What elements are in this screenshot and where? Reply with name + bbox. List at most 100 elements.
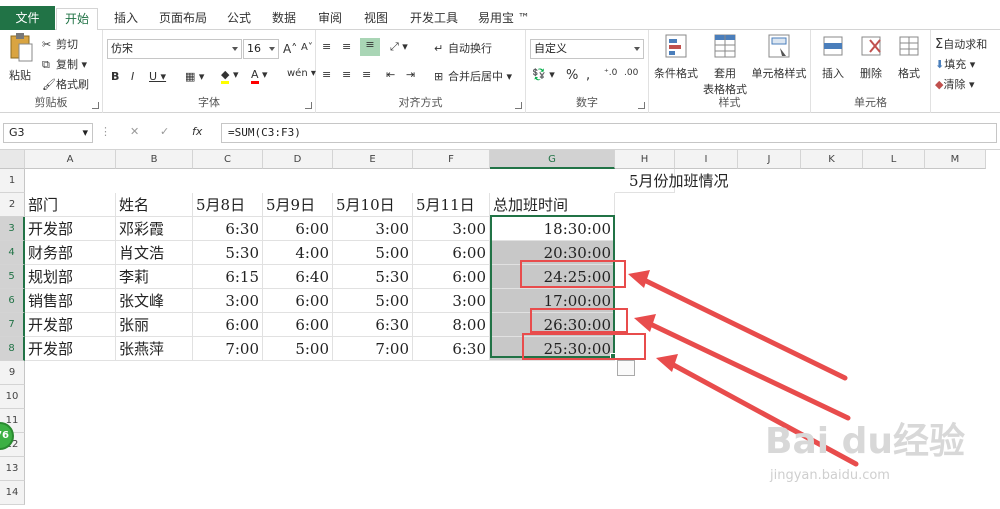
text-cell[interactable]: 销售部	[25, 289, 116, 313]
time-cell[interactable]: 6:00	[263, 289, 333, 313]
tab-yiyongbao[interactable]: 易用宝 ™	[476, 8, 532, 30]
format-cells-button[interactable]: 格式	[891, 32, 927, 81]
row-header-9[interactable]: 9	[0, 361, 25, 385]
time-cell[interactable]: 5:30	[193, 241, 263, 265]
time-cell[interactable]: 6:00	[413, 265, 490, 289]
font-launcher-icon[interactable]	[305, 102, 312, 109]
accounting-format-icon[interactable]: 💱 ▾	[532, 68, 555, 81]
column-header-F[interactable]: F	[413, 150, 490, 169]
header-cell[interactable]: 5月8日	[193, 193, 263, 217]
header-cell[interactable]: 5月9日	[263, 193, 333, 217]
grow-font-icon[interactable]: A˄	[283, 42, 297, 56]
text-cell[interactable]: 邓彩霞	[116, 217, 193, 241]
fill-handle[interactable]	[610, 353, 616, 359]
row-header-14[interactable]: 14	[0, 481, 25, 505]
conditional-format-button[interactable]: 条件格式	[651, 32, 701, 81]
number-format-select[interactable]: 自定义	[530, 39, 644, 59]
column-header-M[interactable]: M	[925, 150, 986, 169]
underline-icon[interactable]: U ▾	[149, 70, 166, 83]
cancel-icon[interactable]: ✕	[130, 125, 139, 138]
autosum-button[interactable]: Σ自动求和	[935, 36, 987, 52]
cell-styles-button[interactable]: 单元格样式	[749, 32, 809, 81]
worksheet-grid[interactable]: ABCDEFGHIJKLM 1 2 3 4 5 6 7 8 9 10 11 12 13 14 5月份加班情…	[0, 150, 1000, 509]
clipboard-launcher-icon[interactable]	[92, 102, 99, 109]
fill-color-icon[interactable]: ◆ ▾	[221, 68, 239, 84]
row-header-7[interactable]: 7	[0, 313, 25, 337]
phonetic-icon[interactable]: wén ▾	[287, 68, 316, 79]
time-cell[interactable]: 4:00	[263, 241, 333, 265]
column-header-C[interactable]: C	[193, 150, 263, 169]
align-right-icon[interactable]: ≡	[362, 68, 371, 81]
paste-options-icon[interactable]	[617, 360, 635, 376]
total-cell[interactable]: 20:30:00	[490, 241, 615, 265]
comma-style-icon[interactable]: ,	[586, 68, 590, 83]
column-header-D[interactable]: D	[263, 150, 333, 169]
text-cell[interactable]: 开发部	[25, 217, 116, 241]
shrink-font-icon[interactable]: A˅	[301, 42, 313, 53]
column-header-L[interactable]: L	[863, 150, 925, 169]
row-header-13[interactable]: 13	[0, 457, 25, 481]
time-cell[interactable]: 6:00	[263, 313, 333, 337]
cut-button[interactable]: ✂ 剪切	[42, 36, 78, 52]
header-cell[interactable]: 5月11日	[413, 193, 490, 217]
time-cell[interactable]: 6:40	[263, 265, 333, 289]
time-cell[interactable]: 6:30	[333, 313, 413, 337]
insert-cells-button[interactable]: 插入	[815, 32, 851, 81]
paste-button[interactable]: 粘贴	[4, 32, 36, 83]
formula-input[interactable]: =SUM(C3:F3)	[221, 123, 997, 143]
header-cell[interactable]: 部门	[25, 193, 116, 217]
tab-view[interactable]: 视图	[362, 8, 390, 30]
time-cell[interactable]: 5:00	[333, 289, 413, 313]
border-icon[interactable]: ▦ ▾	[185, 70, 204, 83]
total-cell[interactable]: 25:30:00	[490, 337, 615, 361]
column-header-A[interactable]: A	[25, 150, 116, 169]
column-header-I[interactable]: I	[675, 150, 738, 169]
tab-data[interactable]: 数据	[270, 8, 298, 30]
tab-developer[interactable]: 开发工具	[408, 8, 460, 30]
increase-decimal-icon[interactable]: ⁺.0	[604, 68, 617, 78]
align-top-icon[interactable]: ≡	[322, 40, 331, 53]
enter-icon[interactable]: ✓	[160, 125, 169, 138]
fill-button[interactable]: ⬇填充 ▾	[935, 56, 975, 72]
insert-function-icon[interactable]: fx	[192, 125, 202, 138]
time-cell[interactable]: 5:00	[263, 337, 333, 361]
tab-review[interactable]: 审阅	[316, 8, 344, 30]
total-cell[interactable]: 18:30:00	[490, 217, 615, 241]
clear-button[interactable]: ◆清除 ▾	[935, 76, 975, 92]
format-as-table-button[interactable]: 套用 表格格式	[703, 32, 747, 97]
total-cell[interactable]: 17:00:00	[490, 289, 615, 313]
decrease-indent-icon[interactable]: ⇤	[386, 68, 395, 81]
align-left-icon[interactable]: ≡	[322, 68, 331, 81]
text-cell[interactable]: 开发部	[25, 313, 116, 337]
time-cell[interactable]: 7:00	[333, 337, 413, 361]
time-cell[interactable]: 6:00	[193, 313, 263, 337]
drag-handle-icon[interactable]: ⋮	[100, 125, 111, 138]
align-bottom-icon[interactable]: ≡	[360, 38, 380, 56]
time-cell[interactable]: 6:30	[413, 337, 490, 361]
text-cell[interactable]: 开发部	[25, 337, 116, 361]
tab-page-layout[interactable]: 页面布局	[157, 8, 209, 30]
sheet-title[interactable]: 5月份加班情况	[626, 169, 732, 193]
row-header-10[interactable]: 10	[0, 385, 25, 409]
time-cell[interactable]: 3:00	[413, 289, 490, 313]
increase-indent-icon[interactable]: ⇥	[406, 68, 415, 81]
column-header-B[interactable]: B	[116, 150, 193, 169]
text-cell[interactable]: 规划部	[25, 265, 116, 289]
decrease-decimal-icon[interactable]: .00	[624, 68, 638, 78]
tab-formulas[interactable]: 公式	[225, 8, 253, 30]
font-color-icon[interactable]: A ▾	[251, 68, 268, 84]
bold-icon[interactable]: B	[111, 70, 119, 83]
text-cell[interactable]: 李莉	[116, 265, 193, 289]
delete-cells-button[interactable]: 删除	[853, 32, 889, 81]
column-header-H[interactable]: H	[615, 150, 675, 169]
time-cell[interactable]: 6:00	[263, 217, 333, 241]
italic-icon[interactable]: I	[131, 70, 134, 83]
header-cell[interactable]: 姓名	[116, 193, 193, 217]
time-cell[interactable]: 8:00	[413, 313, 490, 337]
time-cell[interactable]: 6:30	[193, 217, 263, 241]
tab-home[interactable]: 开始	[56, 8, 99, 31]
align-middle-icon[interactable]: ≡	[342, 40, 351, 53]
font-name-select[interactable]: 仿宋	[107, 39, 242, 59]
name-box[interactable]: G3 ▾	[3, 123, 93, 143]
time-cell[interactable]: 7:00	[193, 337, 263, 361]
